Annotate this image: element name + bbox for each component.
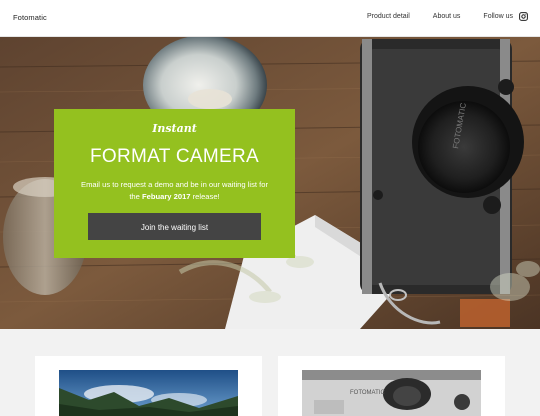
brand-logo[interactable]: Fotomatic — [13, 13, 47, 22]
card-image-camera[interactable]: FOTOMATIC — [302, 370, 481, 416]
mountain-landscape-image — [59, 370, 238, 416]
promo-title: FORMAT CAMERA — [90, 146, 259, 167]
card-image-mountains[interactable] — [59, 370, 238, 416]
promo-description: Email us to request a demo and be in our… — [80, 179, 269, 203]
camera-closeup-image: FOTOMATIC — [302, 370, 481, 416]
promo-eyebrow: Instant — [152, 122, 197, 135]
hero-section: FOTOMATIC Instant FORMAT CAMERA Email us… — [0, 37, 540, 329]
feature-cards: FOTOMATIC — [0, 329, 540, 416]
card-camera-label: FOTOMATIC — [350, 390, 385, 396]
main-nav: Product detail About us Follow us — [367, 12, 528, 21]
nav-follow-us[interactable]: Follow us — [483, 13, 513, 20]
feature-card-right: FOTOMATIC — [278, 356, 505, 416]
instagram-icon-svg — [519, 12, 528, 21]
instagram-icon[interactable] — [519, 12, 528, 21]
nav-about-us[interactable]: About us — [433, 13, 461, 20]
promo-panel: Instant FORMAT CAMERA Email us to reques… — [54, 109, 295, 258]
promo-text-date: Febuary 2017 — [141, 192, 191, 201]
nav-product-detail[interactable]: Product detail — [367, 13, 410, 20]
site-header: Fotomatic Product detail About us Follow… — [0, 0, 540, 37]
feature-card-left — [35, 356, 262, 416]
join-waiting-list-button[interactable]: Join the waiting list — [88, 213, 261, 240]
promo-text-after: release! — [190, 192, 220, 201]
